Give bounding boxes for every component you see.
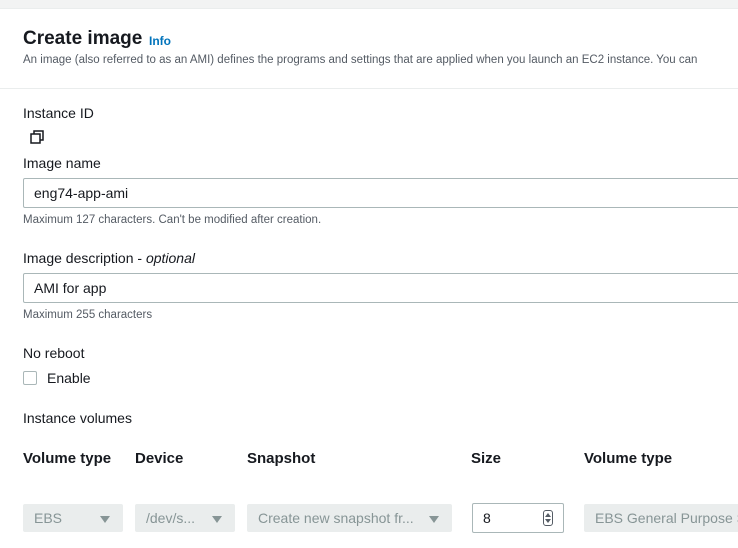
no-reboot-label: No reboot xyxy=(23,345,85,361)
image-description-label: Image description - optional xyxy=(23,250,195,266)
column-header-ebs-volume-type: Volume type xyxy=(584,450,673,467)
page-description: An image (also referred to as an AMI) de… xyxy=(23,54,698,66)
ebs-volume-type-value: EBS General Purpose S xyxy=(595,510,738,526)
chevron-down-icon xyxy=(429,516,439,523)
instance-volumes-label: Instance volumes xyxy=(23,410,132,426)
panel-header: Create image Info An image (also referre… xyxy=(0,8,738,89)
image-description-input[interactable] xyxy=(23,273,738,303)
size-input[interactable]: 8 xyxy=(472,503,564,533)
device-select: /dev/s... xyxy=(135,504,235,532)
column-header-size: Size xyxy=(471,450,502,467)
image-name-hint: Maximum 127 characters. Can't be modifie… xyxy=(23,214,322,226)
no-reboot-checkbox-label[interactable]: Enable xyxy=(47,370,91,386)
size-value: 8 xyxy=(483,510,491,526)
info-link[interactable]: Info xyxy=(149,34,171,48)
chevron-down-icon xyxy=(212,516,222,523)
volume-type-value: EBS xyxy=(34,510,63,526)
copy-icon[interactable] xyxy=(30,130,44,144)
column-header-device: Device xyxy=(135,450,184,467)
ebs-volume-type-select: EBS General Purpose S xyxy=(584,504,738,532)
image-description-label-text: Image description - xyxy=(23,250,146,266)
instance-id-label: Instance ID xyxy=(23,105,94,121)
page: Create image Info An image (also referre… xyxy=(0,0,738,548)
snapshot-value: Create new snapshot fr... xyxy=(258,510,414,526)
image-name-input[interactable] xyxy=(23,178,738,208)
image-description-hint: Maximum 255 characters xyxy=(23,309,153,321)
no-reboot-checkbox[interactable] xyxy=(23,371,37,385)
stepper-up-icon xyxy=(545,513,551,517)
optional-label: optional xyxy=(145,250,195,266)
chevron-down-icon xyxy=(100,516,110,523)
snapshot-select: Create new snapshot fr... xyxy=(247,504,452,532)
device-value: /dev/s... xyxy=(146,510,196,526)
image-name-label: Image name xyxy=(23,155,101,171)
stepper-down-icon xyxy=(545,519,551,523)
column-header-snapshot: Snapshot xyxy=(247,450,316,467)
volume-type-select: EBS xyxy=(23,504,123,532)
column-header-volume-type: Volume type xyxy=(23,450,112,467)
size-stepper-icon[interactable] xyxy=(543,510,553,526)
page-title: Create image xyxy=(23,28,143,49)
